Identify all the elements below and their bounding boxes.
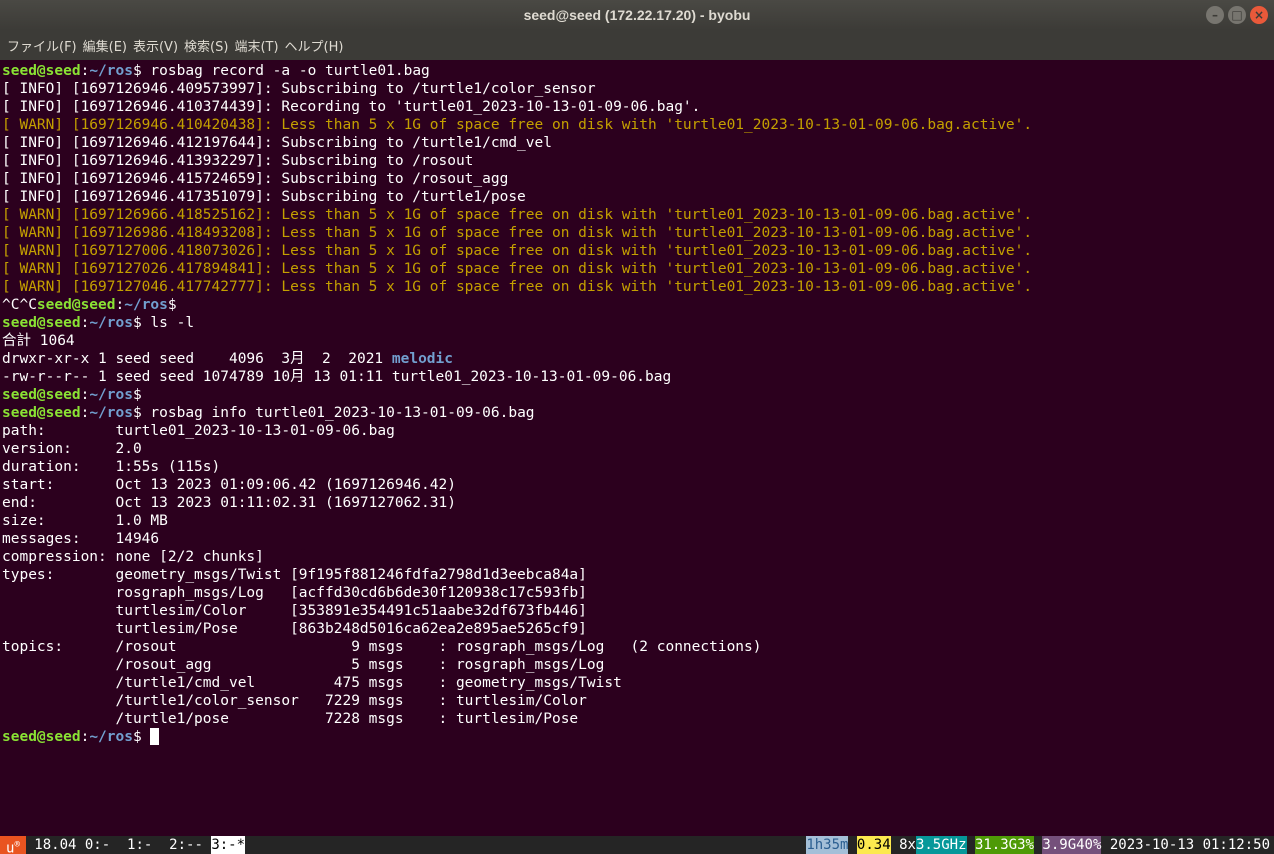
ls-total: 合計 1064	[2, 333, 75, 349]
info-line: duration: 1:55s (115s)	[2, 459, 221, 475]
log-line-warn: [ WARN] [1697127046.417742777]: Less tha…	[2, 279, 1033, 295]
release-version: 18.04	[25, 837, 85, 853]
menu-search[interactable]: 検索(S)	[183, 36, 233, 55]
window-titlebar[interactable]: seed@seed (172.22.17.20) - byobu – □ ×	[0, 0, 1274, 30]
load-average: 0.34	[856, 836, 891, 854]
window-title: seed@seed (172.22.17.20) - byobu	[523, 7, 751, 23]
log-line-warn: [ WARN] [1697127006.418073026]: Less tha…	[2, 243, 1033, 259]
log-line-warn: [ WARN] [1697126946.410420438]: Less tha…	[2, 117, 1033, 133]
command-text: ls -l	[141, 315, 195, 331]
log-line-warn: [ WARN] [1697127026.417894841]: Less tha…	[2, 261, 1033, 277]
disk-usage: 3.9G40%	[1042, 836, 1102, 854]
prompt-user: seed@seed	[2, 387, 81, 403]
interrupt-text: ^C^C	[2, 297, 37, 313]
info-line: version: 2.0	[2, 441, 142, 457]
log-line: [ INFO] [1697126946.409573997]: Subscrib…	[2, 81, 596, 97]
prompt-path: ~/ros	[124, 297, 168, 313]
log-line: [ INFO] [1697126946.415724659]: Subscrib…	[2, 171, 509, 187]
command-text: rosbag info turtle01_2023-10-13-01-09-06…	[141, 405, 535, 421]
minimize-button[interactable]: –	[1206, 6, 1224, 24]
prompt-sep: :	[80, 315, 90, 331]
window-tab-3-active[interactable]: 3:-*	[211, 836, 246, 854]
prompt-path: ~/ros	[89, 405, 133, 421]
prompt-line: seed@seed:~/ros$ ls -l	[2, 314, 1274, 332]
prompt-path: ~/ros	[89, 63, 133, 79]
log-line-warn: [ WARN] [1697126986.418493208]: Less tha…	[2, 225, 1033, 241]
menu-terminal[interactable]: 端末(T)	[233, 36, 283, 55]
text-cursor	[150, 728, 160, 745]
menu-bar: ファイル(F) 編集(E) 表示(V) 検索(S) 端末(T) ヘルプ(H)	[0, 30, 1274, 60]
terminal-output[interactable]: seed@seed:~/ros$ rosbag record -a -o tur…	[0, 62, 1274, 834]
prompt-symbol: $	[167, 297, 177, 313]
maximize-button[interactable]: □	[1228, 6, 1246, 24]
prompt-line: seed@seed:~/ros$	[2, 728, 1274, 746]
status-right: 1h35m 0.34 8x 3.5GHz 31.3G3% 3.9G40% 202…	[806, 836, 1274, 854]
prompt-path: ~/ros	[89, 315, 133, 331]
menu-file[interactable]: ファイル(F)	[6, 36, 82, 55]
info-line: /rosout_agg 5 msgs : rosgraph_msgs/Log	[2, 657, 605, 673]
prompt-line: ^C^Cseed@seed:~/ros$	[2, 296, 1274, 314]
menu-help[interactable]: ヘルプ(H)	[284, 36, 349, 55]
prompt-symbol: $	[132, 63, 142, 79]
prompt-user: seed@seed	[36, 297, 116, 313]
prompt-sep: :	[80, 729, 90, 745]
info-line: start: Oct 13 2023 01:09:06.42 (16971269…	[2, 477, 456, 493]
prompt-line: seed@seed:~/ros$ rosbag record -a -o tur…	[2, 62, 1274, 80]
info-line: end: Oct 13 2023 01:11:02.31 (1697127062…	[2, 495, 456, 511]
prompt-symbol: $	[132, 729, 142, 745]
prompt-user: seed@seed	[2, 729, 81, 745]
info-line: types: geometry_msgs/Twist [9f195f881246…	[2, 567, 587, 583]
log-line: [ INFO] [1697126946.413932297]: Subscrib…	[2, 153, 474, 169]
info-line: size: 1.0 MB	[2, 513, 168, 529]
info-line: /turtle1/pose 7228 msgs : turtlesim/Pose	[2, 711, 579, 727]
prompt-path: ~/ros	[89, 387, 133, 403]
window-tab-2[interactable]: 2:--	[161, 836, 212, 854]
ubuntu-logo-icon: u®	[0, 836, 26, 854]
prompt-user: seed@seed	[2, 63, 81, 79]
log-line: [ INFO] [1697126946.412197644]: Subscrib…	[2, 135, 552, 151]
info-line: topics: /rosout 9 msgs : rosgraph_msgs/L…	[2, 639, 762, 655]
prompt-line: seed@seed:~/ros$ rosbag info turtle01_20…	[2, 404, 1274, 422]
info-line: turtlesim/Pose [863b248d5016ca62ea2e895a…	[2, 621, 587, 637]
prompt-sep: :	[115, 297, 125, 313]
log-line-warn: [ WARN] [1697126966.418525162]: Less tha…	[2, 207, 1033, 223]
command-text: rosbag record -a -o turtle01.bag	[141, 63, 430, 79]
ls-row: drwxr-xr-x 1 seed seed 4096 3月 2 2021 me…	[2, 350, 1274, 368]
close-button[interactable]: ×	[1250, 6, 1268, 24]
info-line: rosgraph_msgs/Log [acffd30cd6b6de30f1209…	[2, 585, 587, 601]
ls-row: -rw-r--r-- 1 seed seed 1074789 10月 13 01…	[2, 369, 672, 385]
menu-edit[interactable]: 編集(E)	[82, 36, 132, 55]
prompt-symbol: $	[132, 387, 142, 403]
prompt-line: seed@seed:~/ros$	[2, 386, 1274, 404]
date-time: 2023-10-13 01:12:50	[1101, 837, 1270, 853]
prompt-sep: :	[80, 387, 90, 403]
window-tab-0[interactable]: 0:-	[85, 836, 119, 854]
byobu-status-bar: u® 18.04 0:- 1:- 2:-- 3:-* 1h35m 0.34 8x…	[0, 836, 1274, 854]
info-line: /turtle1/cmd_vel 475 msgs : geometry_msg…	[2, 675, 622, 691]
info-line: path: turtle01_2023-10-13-01-09-06.bag	[2, 423, 395, 439]
memory-usage: 31.3G3%	[974, 836, 1034, 854]
cpu-count: 8x	[890, 837, 916, 853]
uptime-indicator: 1h35m	[806, 836, 849, 854]
prompt-path: ~/ros	[89, 729, 133, 745]
prompt-symbol: $	[132, 315, 142, 331]
window-controls: – □ ×	[1206, 6, 1268, 24]
log-line: [ INFO] [1697126946.417351079]: Subscrib…	[2, 189, 526, 205]
log-line: [ INFO] [1697126946.410374439]: Recordin…	[2, 99, 701, 115]
window-tab-1[interactable]: 1:-	[119, 836, 161, 854]
prompt-sep: :	[80, 405, 90, 421]
cpu-frequency: 3.5GHz	[915, 836, 967, 854]
ls-dir-name: melodic	[391, 351, 453, 367]
info-line: compression: none [2/2 chunks]	[2, 549, 264, 565]
prompt-sep: :	[80, 63, 90, 79]
info-line: /turtle1/color_sensor 7229 msgs : turtle…	[2, 693, 587, 709]
menu-view[interactable]: 表示(V)	[132, 36, 183, 55]
info-line: messages: 14946	[2, 531, 160, 547]
prompt-symbol: $	[132, 405, 142, 421]
prompt-user: seed@seed	[2, 405, 81, 421]
prompt-user: seed@seed	[2, 315, 81, 331]
info-line: turtlesim/Color [353891e354491c51aabe32d…	[2, 603, 587, 619]
ls-row-meta: drwxr-xr-x 1 seed seed 4096 3月 2 2021	[2, 351, 392, 367]
